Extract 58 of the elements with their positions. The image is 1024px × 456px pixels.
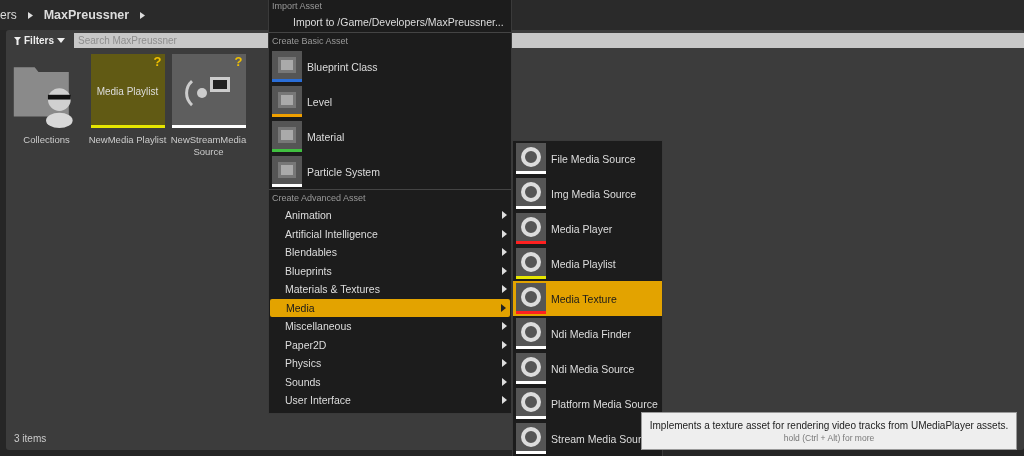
menu-item[interactable]: Blueprint Class bbox=[269, 49, 511, 84]
item-count: 3 items bbox=[14, 433, 47, 444]
menu-item[interactable]: Ndi Media Source bbox=[513, 351, 662, 386]
ring-icon bbox=[519, 286, 543, 308]
dropdown-caret-icon bbox=[57, 38, 65, 43]
filters-button[interactable]: Filters bbox=[11, 33, 68, 48]
ring-icon bbox=[519, 356, 543, 378]
asset-glyph-icon bbox=[275, 54, 299, 76]
menu-item[interactable]: Materials & Textures bbox=[269, 280, 511, 299]
question-mark-label: ? bbox=[234, 54, 243, 69]
menu-item[interactable]: Animation bbox=[269, 206, 511, 225]
section-header: Import Asset bbox=[271, 0, 324, 13]
ring-icon bbox=[519, 146, 543, 168]
menu-item[interactable]: Media Playlist bbox=[513, 246, 662, 281]
asset-label: NewMedia Playlist bbox=[87, 134, 168, 146]
section-header: Create Basic Asset bbox=[269, 32, 511, 49]
question-mark-label: ? bbox=[153, 54, 162, 69]
ring-icon bbox=[519, 426, 543, 448]
asset-glyph-icon bbox=[275, 89, 299, 111]
menu-item[interactable]: Platform Media Source bbox=[513, 386, 662, 421]
ring-icon bbox=[519, 216, 543, 238]
submenu-arrow-icon bbox=[502, 396, 507, 405]
menu-item[interactable]: Particle System bbox=[269, 154, 511, 189]
asset-thumbnail[interactable]: ? bbox=[171, 54, 246, 128]
asset-thumbnail[interactable]: Media Playlist ? bbox=[90, 54, 165, 128]
thumbnail-caption: Media Playlist bbox=[96, 85, 159, 97]
tooltip-hint: hold (Ctrl + Alt) for more bbox=[783, 432, 875, 443]
menu-item[interactable]: Ndi Media Finder bbox=[513, 316, 662, 351]
asset-glyph-icon bbox=[275, 159, 299, 181]
menu-item[interactable]: Miscellaneous bbox=[269, 317, 511, 336]
menu-item[interactable]: Artificial Intelligence bbox=[269, 224, 511, 243]
menu-item[interactable]: Blendables bbox=[269, 243, 511, 262]
tooltip-text: Implements a texture asset for rendering video tracks from UMediaPlayer assets. bbox=[649, 419, 1009, 431]
asset-glyph-icon bbox=[275, 124, 299, 146]
menu-item[interactable]: Level bbox=[269, 84, 511, 119]
menu-item[interactable]: Blueprints bbox=[269, 261, 511, 280]
menu-item[interactable]: Material bbox=[269, 119, 511, 154]
menu-item[interactable]: Physics bbox=[269, 354, 511, 373]
breadcrumb-item[interactable]: MaxPreussner bbox=[43, 8, 130, 22]
menu-item[interactable]: Media Texture bbox=[513, 281, 662, 316]
menu-item[interactable]: User Interface bbox=[269, 391, 511, 410]
breadcrumb-item[interactable]: ers bbox=[0, 8, 17, 22]
menu-item[interactable]: File Media Source bbox=[513, 141, 662, 176]
menu-item[interactable]: Media Player bbox=[513, 211, 662, 246]
filter-icon bbox=[14, 36, 21, 45]
menu-item[interactable]: Sounds bbox=[269, 372, 511, 391]
menu-item[interactable]: Media bbox=[270, 298, 510, 317]
ring-icon bbox=[519, 391, 543, 413]
menu-item[interactable]: Import to /Game/Developers/MaxPreussner... bbox=[269, 14, 511, 32]
menu-item[interactable]: Paper2D bbox=[269, 335, 511, 354]
breadcrumb-arrow-icon bbox=[26, 10, 34, 20]
ring-icon bbox=[519, 181, 543, 203]
ring-icon bbox=[519, 321, 543, 343]
menu-item[interactable]: Img Media Source bbox=[513, 176, 662, 211]
section-header: Create Advanced Asset bbox=[269, 189, 511, 206]
ring-icon bbox=[519, 251, 543, 273]
asset-label: Collections bbox=[22, 134, 71, 146]
breadcrumb-arrow-icon bbox=[139, 10, 147, 20]
